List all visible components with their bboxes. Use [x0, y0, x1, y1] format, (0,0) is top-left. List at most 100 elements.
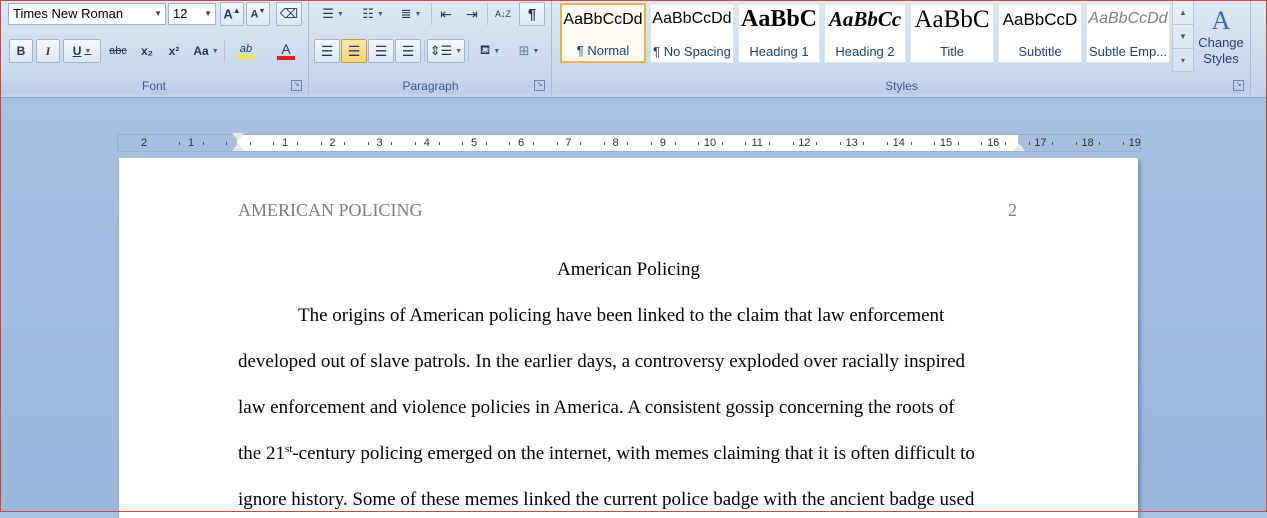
chevron-down-icon[interactable]: ▼	[532, 48, 539, 55]
chevron-down-icon[interactable]: ▼	[212, 48, 219, 55]
align-center-icon: ☰	[347, 42, 361, 59]
decrease-indent-button[interactable]: ⇤	[434, 2, 458, 26]
page-number: 2	[1008, 200, 1017, 220]
style-normal[interactable]: AaBbCcDd ¶ Normal	[560, 3, 646, 63]
scroll-down-icon[interactable]: ▼	[1173, 25, 1193, 49]
ruler-number: 1	[187, 137, 195, 149]
bullets-button[interactable]: ☰ ▼	[314, 2, 352, 26]
font-size-combo[interactable]: 12 ▼	[168, 3, 216, 25]
subscript-button[interactable]: x₂	[134, 39, 160, 63]
ruler-tick	[1123, 142, 1124, 145]
numbering-button[interactable]: ☷ ▼	[354, 2, 392, 26]
chevron-down-icon[interactable]: ▼	[455, 48, 462, 55]
ruler-tick	[1052, 142, 1054, 145]
ruler-number: 16	[987, 137, 1000, 149]
chevron-down-icon[interactable]: ▼	[337, 11, 344, 18]
ruler-tick	[910, 142, 912, 145]
line-spacing-button[interactable]: ⇕☰ ▼	[427, 39, 465, 63]
dialog-launcher-icon[interactable]: ↘	[1233, 80, 1244, 91]
ruler-tick	[249, 142, 251, 145]
strikethrough-icon: abc	[109, 45, 127, 57]
chevron-down-icon[interactable]: ▼	[414, 11, 421, 18]
dialog-launcher-icon[interactable]: ↘	[534, 80, 545, 91]
separator	[224, 40, 225, 62]
ruler-tick	[745, 142, 747, 145]
chevron-down-icon[interactable]: ▼	[84, 48, 91, 55]
ruler-number: 12	[798, 137, 811, 149]
ruler-number: 8	[612, 137, 619, 149]
first-line-indent-marker-icon[interactable]	[232, 133, 244, 141]
ruler-tick	[580, 142, 582, 145]
shading-button[interactable]: ⛾ ▼	[471, 39, 509, 63]
change-case-button[interactable]: Aa ▼	[189, 39, 223, 63]
font-name-combo[interactable]: Times New Roman ▼	[8, 3, 166, 25]
ruler-tick	[651, 142, 652, 145]
style-heading-2[interactable]: AaBbCc Heading 2	[824, 3, 906, 63]
ruler-tick	[627, 142, 629, 145]
document-workspace: 2 1 1 2 3 4 5 6 7 8 9 10 11 12 13 14 15 16 17 18 19 AMERIC…	[0, 98, 1267, 518]
pilcrow-icon: ¶	[527, 5, 537, 23]
chevron-down-icon[interactable]: ▼	[493, 48, 500, 55]
ruler-number: 11	[751, 137, 763, 149]
ruler-number: 6	[518, 137, 525, 149]
italic-button[interactable]: I	[36, 39, 60, 63]
styles-group-label: Styles	[553, 78, 1250, 94]
style-name: Subtitle	[1018, 44, 1062, 59]
font-group-label: Font	[0, 78, 308, 94]
strikethrough-button[interactable]: abc	[104, 39, 132, 63]
body-text: -century policing emerged on the interne…	[292, 443, 975, 464]
document-title: American Policing	[557, 259, 700, 280]
style-title[interactable]: AaBbC Title	[910, 3, 994, 63]
bold-button[interactable]: B	[9, 39, 33, 63]
increase-indent-icon: ⇥	[466, 5, 478, 22]
justify-button[interactable]: ☰	[395, 39, 421, 63]
right-indent-marker-icon[interactable]	[1013, 143, 1025, 151]
style-no-spacing[interactable]: AaBbCcDd ¶ No Spacing	[650, 3, 734, 63]
highlight-button[interactable]: ab	[228, 39, 264, 63]
chevron-down-icon[interactable]: ▼	[377, 11, 384, 18]
multilevel-list-button[interactable]: ≣ ▼	[394, 2, 428, 26]
style-heading-1[interactable]: AaBbC Heading 1	[738, 3, 820, 63]
style-subtitle[interactable]: AaBbCcD Subtitle	[998, 3, 1082, 63]
clear-formatting-button[interactable]: ⌫	[276, 2, 302, 26]
sort-button[interactable]: A↓Z	[490, 2, 516, 26]
borders-button[interactable]: ⊞ ▼	[511, 39, 547, 63]
ruler-tick	[721, 142, 723, 145]
align-right-button[interactable]: ☰	[368, 39, 394, 63]
increase-indent-button[interactable]: ⇥	[460, 2, 484, 26]
separator	[468, 40, 469, 62]
ruler-tick	[179, 142, 180, 145]
font-size-value: 12	[173, 6, 188, 21]
style-sample: AaBbCcD	[1002, 10, 1078, 29]
underline-button[interactable]: U ▼	[63, 39, 101, 63]
dialog-launcher-icon[interactable]: ↘	[291, 80, 302, 91]
style-name: Title	[939, 44, 965, 59]
ruler-tick	[202, 142, 204, 145]
show-formatting-marks-button[interactable]: ¶	[519, 2, 545, 26]
align-left-button[interactable]: ☰	[314, 39, 340, 63]
ruler-number: 14	[892, 137, 905, 149]
subscript-icon: x₂	[140, 44, 153, 58]
ruler-number: 18	[1081, 137, 1094, 149]
ruler-tick	[485, 142, 487, 145]
more-styles-icon[interactable]: ▾	[1173, 49, 1193, 72]
document-page[interactable]: AMERICAN POLICING 2 American Policing Th…	[119, 158, 1138, 518]
grow-font-button[interactable]: A▲	[220, 2, 244, 26]
superscript-button[interactable]: x²	[161, 39, 187, 63]
styles-gallery-scroll[interactable]: ▲ ▼ ▾	[1172, 0, 1194, 72]
style-sample: AaBbC	[740, 6, 818, 32]
align-center-button[interactable]: ☰	[341, 39, 367, 63]
paint-bucket-icon: ⛾	[479, 42, 491, 57]
style-subtle-emphasis[interactable]: AaBbCcDd Subtle Emp...	[1086, 3, 1170, 63]
ruler-tick	[769, 142, 770, 145]
chevron-down-icon[interactable]: ▼	[204, 4, 212, 24]
scroll-up-icon[interactable]: ▲	[1173, 1, 1193, 25]
chevron-down-icon[interactable]: ▼	[154, 4, 162, 24]
ruler-tick	[320, 142, 322, 145]
hanging-indent-marker-icon[interactable]	[232, 143, 244, 151]
horizontal-ruler[interactable]: 2 1 1 2 3 4 5 6 7 8 9 10 11 12 13 14 15 16 17 18 19	[117, 133, 1141, 152]
shrink-font-button[interactable]: A▼	[246, 2, 270, 26]
ruler-left-margin	[118, 135, 237, 151]
font-color-button[interactable]: A	[268, 39, 304, 63]
change-styles-button[interactable]: A Change Styles	[1195, 0, 1247, 74]
